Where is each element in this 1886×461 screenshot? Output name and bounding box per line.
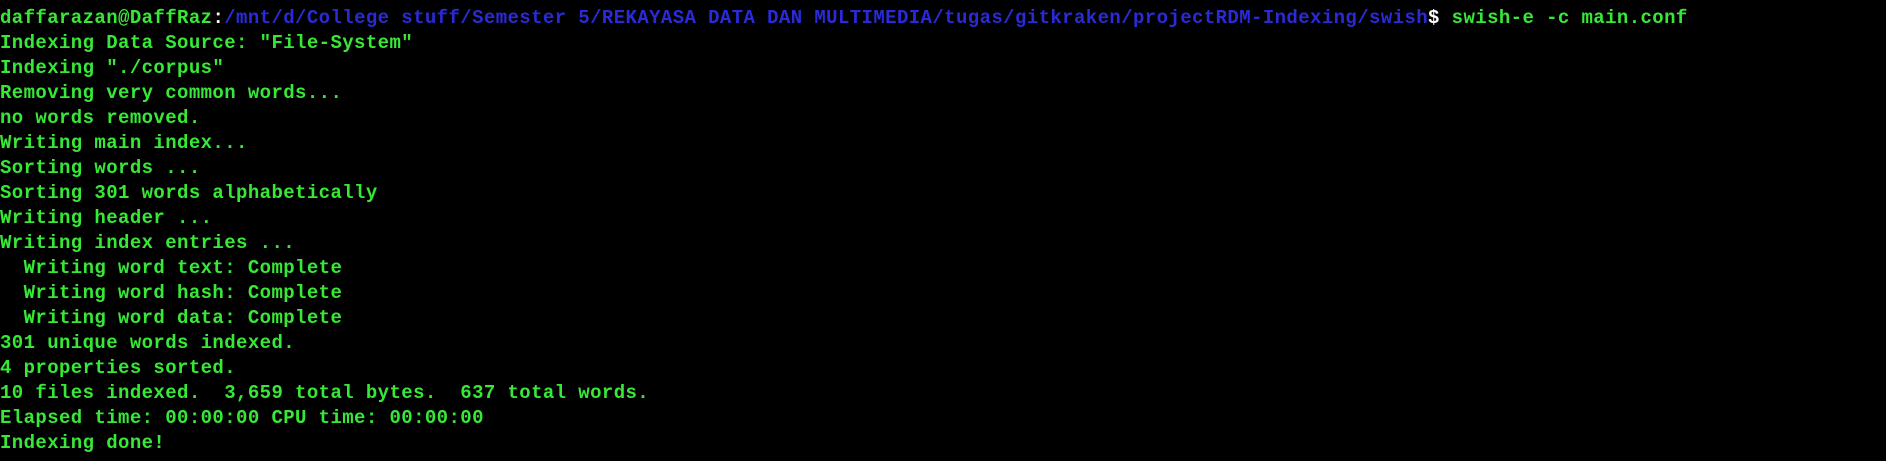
output-line: Writing word hash: Complete — [0, 282, 343, 304]
output-line: Writing header ... — [0, 207, 213, 229]
output-line: no words removed. — [0, 107, 201, 129]
prompt-path: /mnt/d/College stuff/Semester 5/REKAYASA… — [224, 7, 1429, 29]
prompt-dollar: $ — [1428, 7, 1440, 29]
prompt-line: daffarazan@DaffRaz:/mnt/d/College stuff/… — [0, 6, 1688, 31]
output-line: Writing main index... — [0, 132, 248, 154]
terminal-window[interactable]: daffarazan@DaffRaz:/mnt/d/College stuff/… — [0, 0, 1886, 461]
terminal-output: daffarazan@DaffRaz:/mnt/d/College stuff/… — [0, 6, 1688, 456]
prompt-separator: : — [212, 7, 225, 29]
prompt-command: swish-e -c main.conf — [1439, 7, 1688, 29]
output-line: Writing word data: Complete — [0, 307, 343, 329]
output-line: Elapsed time: 00:00:00 CPU time: 00:00:0… — [0, 407, 484, 429]
output-line: Sorting 301 words alphabetically — [0, 182, 378, 204]
prompt-user-host: daffarazan@DaffRaz — [0, 7, 213, 29]
output-line: Indexing done! — [0, 432, 166, 454]
output-line: 301 unique words indexed. — [0, 332, 296, 354]
output-line: Writing word text: Complete — [0, 257, 343, 279]
output-line: Sorting words ... — [0, 157, 201, 179]
output-line: Indexing Data Source: "File-System" — [0, 32, 414, 54]
output-line: Indexing "./corpus" — [0, 57, 225, 79]
output-line: 10 files indexed. 3,659 total bytes. 637… — [0, 382, 650, 404]
output-line: 4 properties sorted. — [0, 357, 237, 379]
output-line: Removing very common words... — [0, 82, 343, 104]
output-line: Writing index entries ... — [0, 232, 296, 254]
